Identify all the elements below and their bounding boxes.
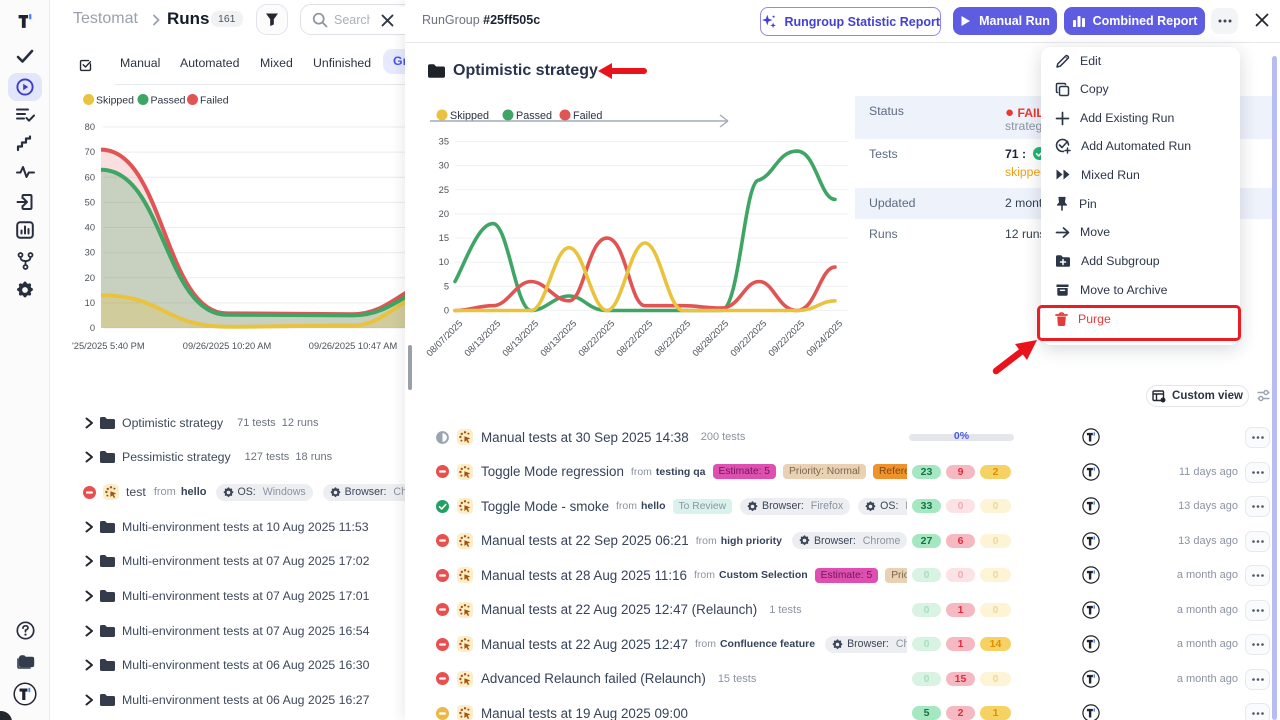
svg-text:30: 30 [439, 161, 449, 171]
svg-text:09/22/2025: 09/22/2025 [766, 318, 806, 358]
svg-text:08/22/2025: 08/22/2025 [576, 318, 616, 358]
svg-text:60: 60 [85, 172, 95, 182]
svg-text:30: 30 [85, 248, 95, 258]
svg-text:40: 40 [85, 223, 95, 233]
svg-text:09/22/2025: 09/22/2025 [728, 318, 768, 358]
svg-text:09/26/2025 10:20 AM: 09/26/2025 10:20 AM [183, 341, 271, 351]
svg-text:50: 50 [85, 197, 95, 207]
svg-text:Skipped: Skipped [96, 95, 134, 107]
svg-text:25: 25 [439, 185, 449, 195]
svg-text:Passed: Passed [151, 95, 186, 107]
svg-text:08/07/2025: 08/07/2025 [424, 318, 464, 358]
svg-text:09/26/2025 10:47 AM: 09/26/2025 10:47 AM [309, 341, 397, 351]
svg-text:10: 10 [85, 298, 95, 308]
svg-text:0: 0 [444, 306, 449, 316]
svg-text:Failed: Failed [200, 95, 229, 107]
svg-text:08/22/2025: 08/22/2025 [614, 318, 654, 358]
svg-text:80: 80 [85, 122, 95, 132]
svg-text:35: 35 [439, 137, 449, 147]
svg-text:15: 15 [439, 233, 449, 243]
svg-text:Passed: Passed [516, 110, 552, 122]
svg-text:08/28/2025: 08/28/2025 [690, 318, 730, 358]
svg-text:08/13/2025: 08/13/2025 [500, 318, 540, 358]
svg-text:20: 20 [439, 209, 449, 219]
svg-text:Skipped: Skipped [450, 110, 489, 122]
svg-text:08/13/2025: 08/13/2025 [538, 318, 578, 358]
svg-text:20: 20 [85, 273, 95, 283]
svg-text:08/13/2025: 08/13/2025 [462, 318, 502, 358]
svg-text:10: 10 [439, 257, 449, 267]
svg-text:'25/2025 5:40 PM: '25/2025 5:40 PM [72, 341, 145, 351]
svg-text:09/24/2025: 09/24/2025 [804, 318, 844, 358]
svg-text:Failed: Failed [573, 110, 602, 122]
svg-text:08/22/2025: 08/22/2025 [652, 318, 692, 358]
svg-text:70: 70 [85, 147, 95, 157]
svg-text:0: 0 [90, 323, 95, 333]
svg-text:5: 5 [444, 281, 449, 291]
